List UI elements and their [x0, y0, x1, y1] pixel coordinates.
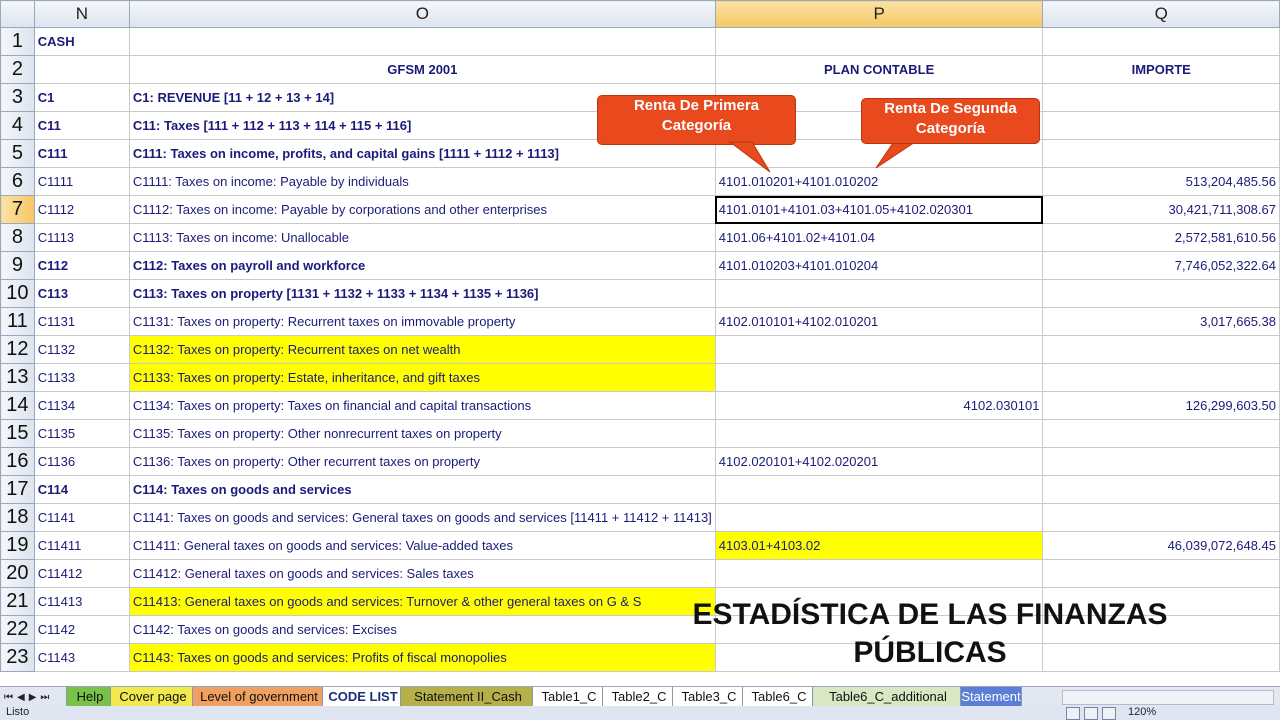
sheet-tab[interactable]: CODE LIST — [322, 687, 404, 707]
callout-pointer-segunda — [875, 139, 920, 169]
sheet-tab[interactable]: Table2_C — [602, 687, 676, 707]
last-sheet-icon[interactable]: ⏭ — [40, 692, 49, 703]
sheet-tab[interactable]: Help — [66, 687, 114, 707]
sheet-tab[interactable]: Statement II_Cash — [400, 687, 536, 707]
sheet-tab[interactable]: Cover page — [110, 687, 196, 707]
sheet-tab[interactable]: Table1_C — [532, 687, 606, 707]
sheet-tab[interactable]: Table6_C — [742, 687, 816, 707]
horizontal-scrollbar[interactable] — [1062, 690, 1274, 705]
sheet-tab[interactable]: Statement — [960, 687, 1022, 707]
sheet-tab-bar: ⏮ ◀ ▶ ⏭ Help Cover page Level of governmen… — [0, 686, 1280, 707]
next-sheet-icon[interactable]: ▶ — [29, 692, 37, 703]
zoom-level[interactable]: 120% — [1128, 706, 1156, 718]
prev-sheet-icon[interactable]: ◀ — [17, 692, 25, 703]
callout-renta-segunda-categoria: Renta De Segunda Categoría — [861, 98, 1040, 144]
status-bar: Listo 120% — [0, 706, 1280, 720]
sheet-tab[interactable]: Table6_C_additional — [812, 687, 964, 707]
sheet-tab[interactable]: Level of government — [192, 687, 326, 707]
normal-view-icon[interactable] — [1066, 707, 1080, 720]
first-sheet-icon[interactable]: ⏮ — [4, 692, 13, 703]
status-text: Listo — [6, 706, 30, 718]
page-break-icon[interactable] — [1102, 707, 1116, 720]
sheet-tab[interactable]: Table3_C — [672, 687, 746, 707]
callout-pointer-primera — [728, 141, 771, 173]
overlay-title: ESTADÍSTICA DE LAS FINANZAS PÚBLICAS — [692, 598, 1168, 669]
page-layout-icon[interactable] — [1084, 707, 1098, 720]
sheet-nav-buttons: ⏮ ◀ ▶ ⏭ — [0, 687, 68, 707]
